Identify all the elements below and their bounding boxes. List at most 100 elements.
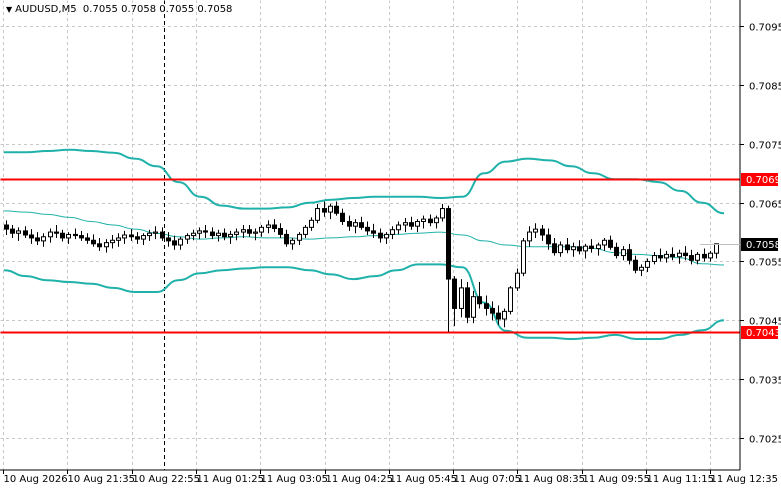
candle-body [66,233,71,239]
candle-body [365,226,370,232]
candle-body [60,232,65,239]
price-tick-label: 0.7055 [749,258,781,269]
candle-body [471,296,476,318]
candle-body [589,245,594,250]
candle-body [533,228,538,233]
candle-body [147,232,152,237]
candle-body [266,224,271,228]
candle-body [4,224,9,230]
candle-body [54,231,59,234]
candle-body [166,237,171,242]
time-tick-label: 11 Aug 01:25 [197,474,264,485]
candle-body [85,237,90,241]
candle-body [689,255,694,261]
time-tick-label: 11 Aug 05:45 [390,474,457,485]
level-price-tag: 0.7043 [741,326,781,339]
candle-body [583,245,588,252]
candle-body [577,246,582,252]
candle-body [278,228,283,235]
candle-body [122,234,127,239]
price-tick-label: 0.7065 [749,200,781,211]
time-tick-label: 10 Aug 22:55 [133,474,200,485]
candle-body [384,233,389,239]
candle-body [465,287,470,318]
candle-body [104,242,109,248]
candle-body [396,224,401,231]
level-price-tag: 0.7069 [741,173,781,186]
candle-body [322,208,327,213]
candle-body [73,233,78,237]
candle-body [695,253,700,261]
candle-body [259,226,264,233]
candle-body [303,226,308,235]
candle-body [110,239,115,244]
candle-body [645,260,650,268]
candle-body [677,252,682,258]
candle-body [664,253,669,259]
current-price-tag-label: 0.7058 [746,240,781,251]
candle-body [79,235,84,239]
candle-body [160,231,165,239]
candle-body [234,231,239,235]
candle-body [477,296,482,305]
price-chart[interactable]: 0.70950.70850.70750.70650.70550.70450.70… [0,0,781,490]
price-tick-label: 0.7095 [749,23,781,34]
candle [508,286,513,315]
candle-body [452,278,457,309]
time-tick-label: 11 Aug 07:05 [454,474,521,485]
chart-window[interactable]: 0.7095 0.7085 0.7075 0.7065 0.7055 0.7045 0.70… [0,0,781,490]
level-price-tag-label: 0.7043 [746,328,781,339]
candle-body [116,237,121,241]
candle-body [10,228,15,234]
candle-body [172,240,177,246]
candle-body [683,252,688,257]
candle-body [35,237,40,242]
candle-body [558,244,563,254]
price-tick-label: 0.7025 [749,435,781,446]
candle-body [48,231,53,238]
candle-body [29,234,34,239]
candle-body [23,230,28,236]
triangle-down-icon[interactable]: ▼ [6,5,12,14]
candle-body [521,240,526,274]
candle-body [565,244,570,251]
price-tick-label: 0.7075 [749,141,781,152]
candle-body [340,212,345,222]
candle-body [309,219,314,228]
candle-body [652,255,657,262]
ohlc-values: 0.7055 0.7058 0.7055 0.7058 [82,4,233,15]
candle-body [459,287,464,309]
candle-body [546,234,551,245]
candle-body [714,243,719,254]
candle-body [428,218,433,224]
candle-body [527,231,532,242]
candle-body [403,222,408,226]
candle-body [708,252,713,259]
candle-body [639,266,644,271]
candle-body [409,222,414,227]
candle-body [210,231,215,237]
time-tick-label: 11 Aug 08:35 [518,474,585,485]
candle-body [502,310,507,320]
candle-body [191,232,196,237]
candle-body [328,205,333,213]
candle-body [284,233,289,245]
candle-body [315,208,320,221]
candle-body [247,229,252,234]
candle-body [216,232,221,237]
candle-body [185,235,190,240]
candle-body [359,222,364,228]
candle-body [621,249,626,257]
price-tick-label: 0.7045 [749,317,781,328]
level-price-tag-label: 0.7069 [746,175,781,186]
candle-body [552,243,557,254]
candle-body [670,253,675,258]
candle-body [228,233,233,238]
candle-body [203,230,208,233]
candle [521,237,526,277]
time-tick-label: 11 Aug 12:35 [711,474,778,485]
time-tick-label: 10 Aug 2026 [4,474,68,485]
candle-body [371,230,376,234]
symbol-header[interactable]: ▼ AUDUSD,M5 0.7055 0.7058 0.7055 0.7058 [6,4,232,15]
candle-body [608,239,613,248]
